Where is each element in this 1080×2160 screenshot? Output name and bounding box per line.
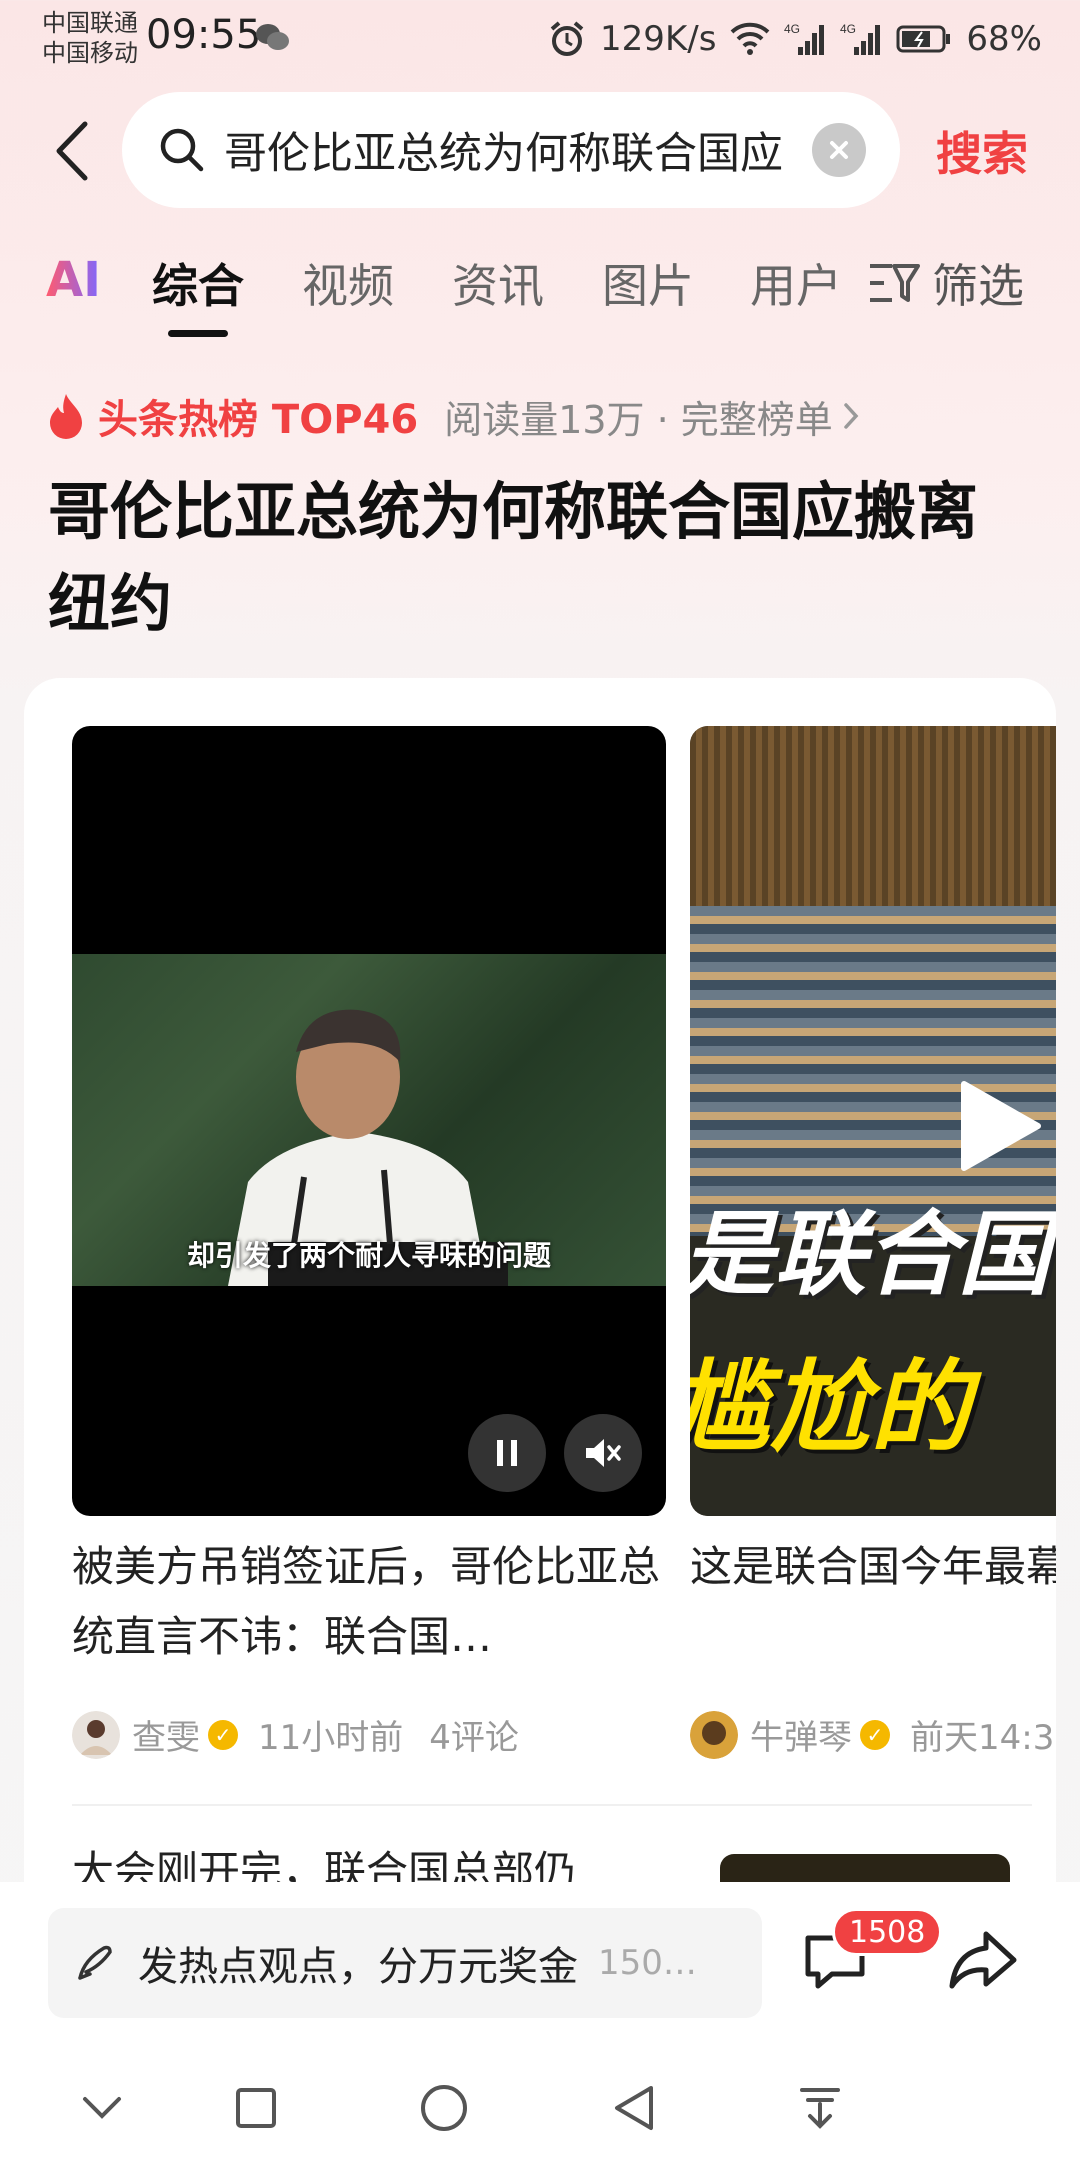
video-2-overlay-text-2: 尴尬的 <box>690 1349 970 1466</box>
video-1-comments: 4评论 <box>429 1718 519 1758</box>
clock: 09:55 <box>146 12 262 58</box>
close-icon <box>830 141 848 159</box>
mute-button[interactable] <box>564 1414 642 1492</box>
carrier-info: 中国联通 中国移动 <box>42 8 138 68</box>
filter-button[interactable]: 筛选 <box>868 250 1024 316</box>
search-tabs: AI 综合 视频 资讯 图片 用户 筛选 <box>0 250 1080 340</box>
comment-prompt: 发热点观点，分万元奖金 <box>138 1944 578 1990</box>
status-bar: 中国联通 中国移动 09:55 129K/s 4G 4G 68% <box>0 0 1080 80</box>
tab-images[interactable]: 图片 <box>602 250 694 316</box>
battery-icon <box>896 25 951 53</box>
topic-title: 哥伦比亚总统为何称联合国应搬离纽约 <box>48 475 979 640</box>
video-1-title[interactable]: 被美方吊销签证后，哥伦比亚总统直言不讳：联合国… <box>72 1532 666 1672</box>
nav-recents-button[interactable] <box>226 2078 286 2138</box>
system-nav-bar <box>0 2060 1080 2160</box>
avatar[interactable] <box>72 1710 120 1759</box>
nav-notifications-button[interactable] <box>790 2078 850 2138</box>
tab-users[interactable]: 用户 <box>750 250 842 316</box>
triangle-back-icon <box>615 2086 653 2130</box>
hot-rank-row[interactable]: 头条热榜 TOP46 阅读量13万 · 完整榜单 <box>46 386 859 446</box>
video-1-author[interactable]: 查雯 <box>132 1710 200 1759</box>
pull-down-icon <box>800 2088 840 2129</box>
search-box[interactable] <box>122 92 900 208</box>
video-player-1[interactable]: 却引发了两个耐人寻味的问题 <box>72 726 666 1516</box>
video-2-ceiling <box>690 726 1056 906</box>
video-2-overlay-text-1: 是联合国 <box>690 1201 1051 1308</box>
search-submit-button[interactable]: 搜索 <box>936 118 1028 184</box>
circle-icon <box>421 2085 467 2131</box>
back-arrow-icon <box>56 121 88 181</box>
comment-hint: 150… <box>598 1943 697 1983</box>
nav-collapse-button[interactable] <box>72 2078 132 2138</box>
search-input[interactable] <box>224 92 808 208</box>
chevron-down-icon <box>83 2097 121 2119</box>
comment-input[interactable]: 发热点观点，分万元奖金 150… <box>48 1908 762 2018</box>
alarm-icon <box>550 21 584 56</box>
status-icons: 129K/s 4G 4G 68% <box>548 14 1042 64</box>
battery-level: 68% <box>966 19 1042 59</box>
svg-text:4G: 4G <box>784 22 800 36</box>
carrier-1: 中国联通 <box>42 9 138 37</box>
tab-ai[interactable]: AI <box>46 252 101 308</box>
video-player-2[interactable]: 是联合国 尴尬的 <box>690 726 1056 1516</box>
play-icon <box>961 1081 1041 1171</box>
nav-home-button[interactable] <box>414 2078 474 2138</box>
clear-search-button[interactable] <box>812 123 866 177</box>
video-1-time: 11小时前 <box>258 1718 404 1758</box>
verified-badge-icon: ✓ <box>860 1719 890 1750</box>
chevron-right-icon <box>844 403 859 429</box>
active-tab-indicator <box>168 330 228 337</box>
svg-text:4G: 4G <box>840 22 856 36</box>
wechat-icon <box>256 24 289 50</box>
video-subtitle: 却引发了两个耐人寻味的问题 <box>186 1239 551 1272</box>
tab-general[interactable]: 综合 <box>152 250 244 316</box>
video-2-time: 前天14:3 <box>910 1718 1055 1758</box>
hot-reads: 阅读量13万 · 完整榜单 <box>444 397 833 442</box>
verified-badge-icon: ✓ <box>208 1719 238 1750</box>
video-2-title[interactable]: 这是联合国今年最幕 <box>690 1532 1056 1602</box>
divider <box>72 1804 1032 1806</box>
avatar[interactable] <box>690 1710 738 1759</box>
pause-icon <box>497 1440 517 1466</box>
nav-back-button[interactable] <box>604 2078 664 2138</box>
filter-label: 筛选 <box>932 259 1024 313</box>
back-button[interactable] <box>46 116 96 186</box>
net-speed: 129K/s <box>600 19 717 59</box>
tab-news[interactable]: 资讯 <box>452 250 544 316</box>
video-2-meta: 牛弹琴 ✓ 前天14:3 <box>690 1710 1054 1759</box>
flame-icon <box>50 394 82 439</box>
comment-count-badge: 1508 <box>832 1908 943 1956</box>
square-icon <box>236 2088 276 2128</box>
video-2-author[interactable]: 牛弹琴 <box>750 1710 852 1759</box>
pause-button[interactable] <box>468 1414 546 1492</box>
share-icon[interactable] <box>948 1926 1018 1996</box>
muted-speaker-icon <box>586 1439 621 1467</box>
filter-icon <box>870 264 920 302</box>
hot-rank-label: 头条热榜 TOP46 <box>98 397 419 443</box>
tab-video[interactable]: 视频 <box>302 250 394 316</box>
wifi-icon <box>731 22 770 55</box>
pen-icon <box>78 1945 112 1980</box>
signal-2-icon: 4G <box>840 22 881 55</box>
signal-1-icon: 4G <box>784 22 825 55</box>
search-icon <box>160 128 204 172</box>
video-1-meta: 查雯 ✓ 11小时前 4评论 <box>72 1710 519 1759</box>
carrier-2: 中国移动 <box>42 39 138 67</box>
